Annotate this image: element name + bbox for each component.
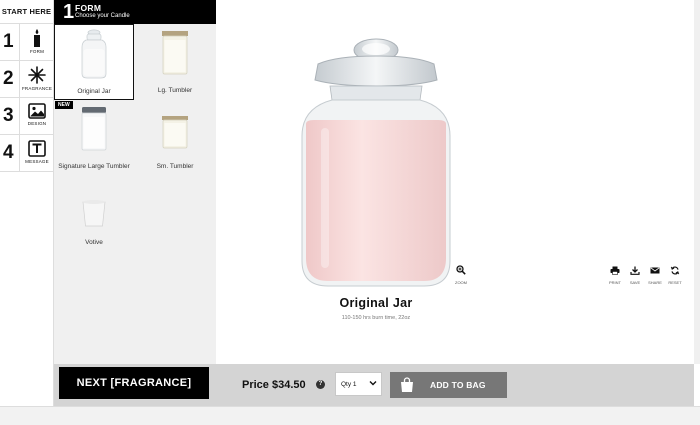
signature-tumbler-thumbnail — [81, 107, 107, 151]
print-button[interactable]: PRINT — [608, 262, 622, 285]
step-form[interactable]: 1 FORM — [0, 24, 53, 61]
form-option-label: Lg. Tumbler — [157, 87, 193, 94]
zoom-label: ZOOM — [455, 280, 467, 285]
start-here-label: START HERE — [0, 0, 53, 24]
tumbler-thumbnail — [162, 31, 188, 75]
add-to-bag-button[interactable]: ADD TO BAG — [390, 372, 507, 398]
product-preview: Original Jar 110-150 hrs burn time, 22oz… — [216, 0, 694, 364]
form-option-label: Signature Large Tumbler — [58, 163, 130, 170]
form-option-label: Votive — [85, 239, 103, 246]
form-option-sm-tumbler[interactable]: Sm. Tumbler — [135, 100, 215, 176]
page-footer-strip — [0, 406, 700, 425]
text-icon — [28, 140, 46, 157]
form-option-label: Sm. Tumbler — [156, 163, 194, 170]
candle-jar-image — [301, 38, 451, 287]
quantity-value: Qty 1 — [341, 381, 357, 388]
bottom-action-bar: NEXT [FRAGRANCE] Price $34.50 ? Qty 1 AD… — [54, 364, 694, 406]
save-label: SAVE — [629, 280, 641, 285]
new-badge: NEW — [55, 101, 73, 109]
step-label: FRAGRANCE — [21, 86, 53, 91]
panel-header: 1 FORM Choose your Candle — [54, 0, 216, 24]
quantity-select[interactable]: Qty 1 — [335, 372, 382, 396]
reset-label: RESET — [668, 280, 682, 285]
preview-edge — [694, 0, 700, 364]
panel-title: FORM — [75, 3, 102, 13]
form-option-signature-large-tumbler[interactable]: Signature Large Tumbler — [54, 100, 134, 176]
step-label: MESSAGE — [25, 159, 49, 164]
download-icon — [630, 266, 640, 275]
product-meta: 110-150 hrs burn time, 22oz — [341, 315, 411, 321]
step-number: 3 — [3, 105, 14, 126]
fragrance-icon — [28, 66, 46, 84]
step-label: DESIGN — [27, 121, 47, 126]
votive-thumbnail — [82, 200, 106, 227]
form-option-lg-tumbler[interactable]: Lg. Tumbler — [135, 24, 215, 100]
zoom-icon — [456, 265, 466, 275]
product-name: Original Jar — [339, 296, 413, 310]
step-rail: START HERE 1 FORM 2 FRAGRANCE 3 DESIGN 4… — [0, 0, 54, 406]
step-design[interactable]: 3 DESIGN — [0, 98, 53, 135]
step-number: 1 — [3, 31, 14, 52]
print-label: PRINT — [609, 280, 621, 285]
next-fragrance-button[interactable]: NEXT [FRAGRANCE] — [59, 367, 209, 399]
share-label: SHARE — [648, 280, 662, 285]
add-to-bag-label: ADD TO BAG — [430, 380, 486, 390]
form-option-votive[interactable]: Votive — [54, 176, 134, 252]
step-fragrance[interactable]: 2 FRAGRANCE — [0, 61, 53, 98]
candle-icon — [34, 29, 40, 47]
step-label: FORM — [29, 49, 45, 54]
form-panel: 1 FORM Choose your Candle Original Jar L… — [54, 0, 216, 364]
price-label: Price $34.50 — [242, 379, 306, 391]
mail-icon — [650, 267, 660, 274]
candle-builder: START HERE 1 FORM 2 FRAGRANCE 3 DESIGN 4… — [0, 0, 700, 406]
jar-thumbnail — [81, 29, 107, 79]
step-number: 4 — [3, 142, 14, 163]
shopping-bag-icon — [401, 377, 413, 392]
reset-button[interactable]: RESET — [668, 262, 682, 285]
step-number: 2 — [3, 68, 14, 89]
preview-toolbar: PRINT SAVE SHARE RESET — [608, 262, 682, 285]
zoom-button[interactable]: ZOOM — [453, 262, 469, 285]
step-message[interactable]: 4 MESSAGE — [0, 135, 53, 172]
panel-step-number: 1 — [63, 1, 75, 23]
save-button[interactable]: SAVE — [628, 262, 642, 285]
chevron-down-icon — [369, 381, 377, 386]
panel-subtitle: Choose your Candle — [75, 13, 130, 19]
share-button[interactable]: SHARE — [648, 262, 662, 285]
form-option-original-jar[interactable]: Original Jar — [54, 24, 134, 100]
small-tumbler-thumbnail — [162, 116, 188, 149]
print-icon — [610, 266, 620, 275]
price-info-icon[interactable]: ? — [316, 380, 325, 389]
image-icon — [28, 103, 46, 119]
refresh-icon — [670, 266, 680, 275]
form-option-label: Original Jar — [77, 88, 111, 95]
